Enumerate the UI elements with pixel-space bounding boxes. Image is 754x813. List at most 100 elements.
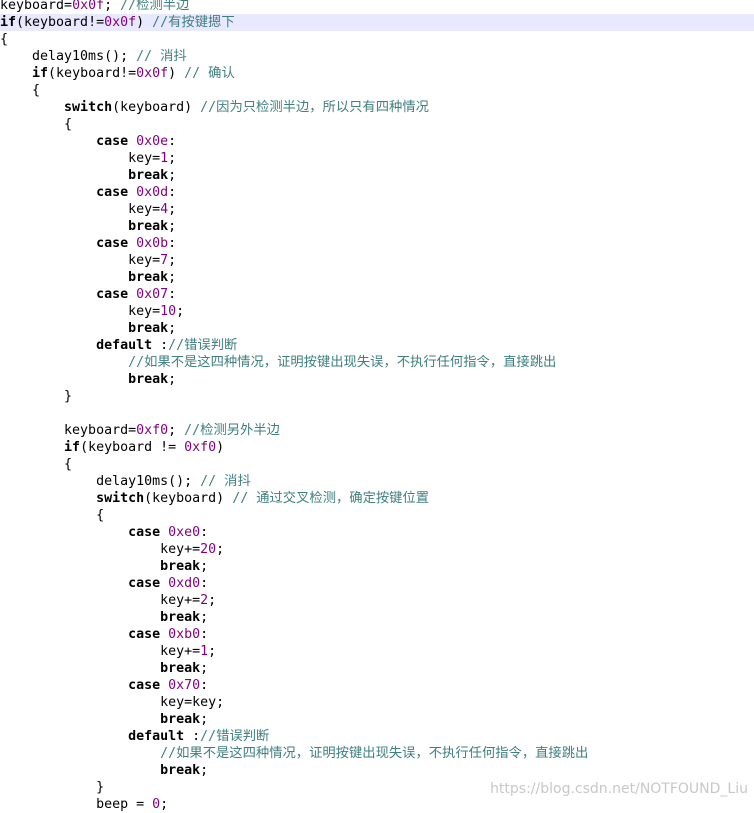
code-line[interactable]: beep = 0; — [0, 796, 754, 813]
comment: // 通过交叉检测，确定按键位置 — [232, 491, 430, 506]
code-line[interactable]: default ://错误判断 — [0, 728, 754, 745]
code-line[interactable]: case 0x0d: — [0, 184, 754, 201]
code-line[interactable]: key+=20; — [0, 541, 754, 558]
code-text: (keyboard) — [112, 100, 201, 115]
comment: // 确认 — [184, 66, 235, 81]
code-line[interactable]: if(keyboard!=0x0f) // 确认 — [0, 65, 754, 82]
code-text: ; — [208, 593, 217, 608]
number-literal: 2 — [200, 593, 209, 608]
keyword: case — [96, 287, 129, 302]
keyword: break — [128, 321, 169, 336]
code-text: { — [0, 117, 73, 132]
code-line[interactable]: //如果不是这四种情况，证明按键出现失误，不执行任何指令，直接跳出 — [0, 745, 754, 762]
code-text: { — [0, 32, 9, 47]
number-literal: 0xf0 — [184, 440, 217, 455]
code-line[interactable]: keyboard=0x0f; //检测半边 — [0, 0, 754, 14]
code-line[interactable]: case 0x07: — [0, 286, 754, 303]
number-literal: 10 — [160, 304, 177, 319]
code-line[interactable]: break; — [0, 371, 754, 388]
code-line[interactable]: case 0x0b: — [0, 235, 754, 252]
comment: //检测半边 — [120, 0, 190, 13]
code-line[interactable]: delay10ms(); // 消抖 — [0, 473, 754, 490]
keyword: break — [160, 661, 201, 676]
keyword: case — [96, 185, 129, 200]
watermark-text: https://blog.csdn.net/NOTFOUND_Liu — [490, 781, 748, 797]
keyword: if — [64, 440, 81, 455]
code-line[interactable]: break; — [0, 218, 754, 235]
keyword: switch — [96, 491, 145, 506]
code-line[interactable]: key=7; — [0, 252, 754, 269]
code-line[interactable]: switch(keyboard) //因为只检测半边，所以只有四种情况 — [0, 99, 754, 116]
number-literal: 1 — [200, 644, 209, 659]
code-line[interactable]: default ://错误判断 — [0, 337, 754, 354]
code-text: ) — [168, 66, 185, 81]
code-text: ; — [200, 610, 209, 625]
keyword: case — [128, 627, 161, 642]
code-line[interactable]: key=4; — [0, 201, 754, 218]
code-editor[interactable]: keyboard=0x0f; //检测半边 if(keyboard!=0x0f) … — [0, 0, 754, 812]
code-line[interactable]: break; — [0, 609, 754, 626]
code-line[interactable]: { — [0, 31, 754, 48]
code-text: ) — [216, 440, 225, 455]
code-line[interactable]: case 0xd0: — [0, 575, 754, 592]
code-line[interactable]: key=key; — [0, 694, 754, 711]
code-text: key= — [0, 151, 161, 166]
code-line[interactable]: break; — [0, 558, 754, 575]
code-line[interactable]: key=1; — [0, 150, 754, 167]
number-literal: 0x0f — [72, 0, 105, 13]
code-line[interactable]: case 0x0e: — [0, 133, 754, 150]
code-line[interactable]: } — [0, 388, 754, 405]
number-literal: 20 — [200, 542, 217, 557]
code-text: ; — [168, 202, 177, 217]
code-line[interactable]: break; — [0, 711, 754, 728]
keyword: break — [160, 712, 201, 727]
code-text: ; — [168, 168, 177, 183]
code-line[interactable]: { — [0, 82, 754, 99]
code-text: : — [184, 729, 201, 744]
code-line[interactable]: switch(keyboard) // 通过交叉检测，确定按键位置 — [0, 490, 754, 507]
keyword: case — [96, 134, 129, 149]
code-line[interactable]: if(keyboard != 0xf0) — [0, 439, 754, 456]
code-line[interactable]: keyboard=0xf0; //检测另外半边 — [0, 422, 754, 439]
code-line[interactable]: case 0x70: — [0, 677, 754, 694]
code-line[interactable]: delay10ms(); // 消抖 — [0, 48, 754, 65]
number-literal: 0x0b — [136, 236, 169, 251]
code-line[interactable]: { — [0, 116, 754, 133]
current-code-line[interactable]: if(keyboard!=0x0f) //有按键摁下 — [0, 14, 754, 31]
code-line[interactable]: key+=2; — [0, 592, 754, 609]
code-line[interactable]: { — [0, 456, 754, 473]
comment: // 消抖 — [136, 49, 187, 64]
code-line[interactable]: break; — [0, 269, 754, 286]
code-line[interactable]: break; — [0, 660, 754, 677]
code-line[interactable]: break; — [0, 320, 754, 337]
code-text: ; — [168, 151, 177, 166]
number-literal: 0x0d — [136, 185, 169, 200]
code-line[interactable]: { — [0, 507, 754, 524]
code-line[interactable]: break; — [0, 762, 754, 779]
code-text: ; — [104, 0, 121, 13]
code-line[interactable]: case 0xe0: — [0, 524, 754, 541]
code-line[interactable] — [0, 405, 754, 422]
code-line[interactable]: key+=1; — [0, 643, 754, 660]
comment: //因为只检测半边，所以只有四种情况 — [200, 100, 429, 115]
code-line[interactable]: break; — [0, 167, 754, 184]
number-literal: 0x07 — [136, 287, 169, 302]
code-line[interactable]: key=10; — [0, 303, 754, 320]
code-line[interactable]: case 0xb0: — [0, 626, 754, 643]
code-line[interactable]: //如果不是这四种情况，证明按键出现失误，不执行任何指令，直接跳出 — [0, 354, 754, 371]
